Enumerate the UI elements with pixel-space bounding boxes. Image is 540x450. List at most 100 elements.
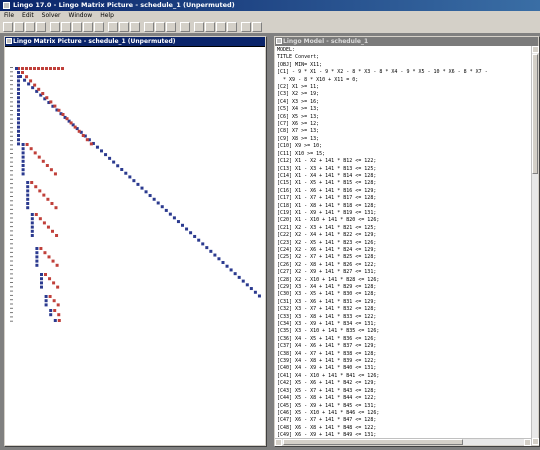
model-line: [C36] X4 - X5 + 141 * B36 <= 126; bbox=[277, 335, 377, 342]
hscroll-thumb[interactable] bbox=[283, 439, 463, 445]
menu-window[interactable]: Window bbox=[65, 11, 97, 20]
matrix-entry bbox=[44, 303, 48, 307]
matrix-entry bbox=[42, 193, 46, 197]
row-label-tick bbox=[10, 204, 13, 206]
save-button[interactable] bbox=[25, 22, 35, 32]
model-line: [C47] X6 - X7 + 141 * B47 <= 128; bbox=[277, 417, 377, 424]
matrix-entry bbox=[229, 268, 233, 272]
matrix-entry bbox=[56, 285, 60, 289]
model-line: [C31] X3 - X6 + 141 * B31 <= 129; bbox=[277, 298, 377, 305]
options-button[interactable] bbox=[180, 22, 190, 32]
matrix-entry bbox=[245, 283, 249, 287]
row-label-tick bbox=[10, 303, 13, 305]
scroll-up-arrow[interactable] bbox=[532, 46, 539, 53]
menu-edit[interactable]: Edit bbox=[18, 11, 38, 20]
scroll-left-arrow[interactable] bbox=[275, 439, 282, 446]
paste-button[interactable] bbox=[72, 22, 82, 32]
row-label-tick bbox=[10, 221, 13, 223]
matrix-entry bbox=[30, 225, 34, 229]
scroll-thumb[interactable] bbox=[532, 54, 538, 174]
matrix-window-titlebar[interactable]: Lingo Matrix Picture - schedule_1 (Unper… bbox=[5, 37, 265, 46]
model-line: [C32] X3 - X7 + 141 * B32 <= 128; bbox=[277, 306, 377, 313]
solution-button[interactable] bbox=[155, 22, 165, 32]
matrix-entry bbox=[53, 104, 57, 108]
matrix-entry bbox=[39, 247, 43, 250]
matrix-entry bbox=[27, 82, 31, 86]
matrix-entry bbox=[116, 164, 120, 168]
row-label-tick bbox=[10, 122, 13, 124]
row-label-tick bbox=[10, 92, 13, 94]
model-window[interactable]: Lingo Model - schedule_1 MODEL: TITLE Con… bbox=[274, 36, 539, 446]
row-label-tick bbox=[10, 290, 13, 292]
matrix-entry bbox=[50, 202, 54, 205]
cascade-button[interactable] bbox=[216, 22, 226, 32]
row-label-tick bbox=[10, 131, 13, 133]
match-paren-button[interactable] bbox=[130, 22, 140, 32]
close-button[interactable] bbox=[194, 22, 204, 32]
matrix-entry bbox=[43, 251, 47, 255]
menu-solver[interactable]: Solver bbox=[38, 11, 65, 20]
matrix-entry bbox=[112, 160, 116, 164]
row-label-tick bbox=[10, 269, 13, 271]
matrix-entry bbox=[45, 67, 48, 70]
row-label-tick bbox=[10, 316, 13, 318]
scroll-right-arrow[interactable] bbox=[524, 439, 531, 446]
row-label-tick bbox=[10, 148, 13, 150]
model-line: [OBJ] MIN= X11; bbox=[277, 61, 323, 68]
undo-button[interactable] bbox=[83, 22, 93, 32]
matrix-entry bbox=[40, 285, 43, 289]
scroll-down-arrow[interactable] bbox=[532, 438, 539, 445]
matrix-entry bbox=[17, 117, 20, 121]
model-line: [C7] X6 >= 12; bbox=[277, 121, 320, 128]
app-title: Lingo 17.0 - Lingo Matrix Picture - sche… bbox=[13, 1, 235, 9]
matrix-entry bbox=[17, 113, 20, 116]
matrix-entry bbox=[38, 189, 42, 193]
vertical-scrollbar[interactable] bbox=[531, 46, 539, 445]
model-line: [C16] X1 - X6 + 141 * B16 <= 129; bbox=[277, 187, 377, 194]
matrix-entry bbox=[30, 217, 34, 221]
matrix-picture-window[interactable]: Lingo Matrix Picture - schedule_1 (Unper… bbox=[4, 36, 266, 446]
tile-button[interactable] bbox=[205, 22, 215, 32]
model-line: [C18] X1 - X8 + 141 * B18 <= 128; bbox=[277, 202, 377, 209]
matrix-entry bbox=[52, 299, 56, 303]
matrix-picture-button[interactable] bbox=[166, 22, 176, 32]
context-help-button[interactable] bbox=[252, 22, 262, 32]
send-to-back-button[interactable] bbox=[227, 22, 237, 32]
model-line: [C33] X3 - X8 + 141 * B33 <= 122; bbox=[277, 313, 377, 320]
model-line: [C20] X1 - X10 + 141 * B20 <= 126; bbox=[277, 217, 380, 224]
solve-button[interactable] bbox=[144, 22, 154, 32]
row-label-tick bbox=[10, 118, 13, 120]
new-button[interactable] bbox=[3, 22, 13, 32]
row-label-tick bbox=[10, 307, 13, 309]
print-button[interactable] bbox=[36, 22, 46, 32]
horizontal-scrollbar[interactable] bbox=[275, 438, 531, 446]
menu-help[interactable]: Help bbox=[96, 11, 118, 20]
model-line: [C15] X1 - X5 + 141 * B15 <= 128; bbox=[277, 180, 377, 187]
matrix-entry bbox=[120, 168, 124, 171]
model-line: [C46] X5 - X10 + 141 * B46 <= 126; bbox=[277, 409, 380, 416]
matrix-entry bbox=[49, 100, 53, 104]
row-label-tick bbox=[10, 251, 13, 253]
matrix-entry bbox=[197, 238, 201, 242]
model-line: [C14] X1 - X4 + 141 * B14 <= 128; bbox=[277, 172, 377, 179]
matrix-entry bbox=[40, 281, 43, 285]
find-button[interactable] bbox=[108, 22, 118, 32]
matrix-entry bbox=[241, 279, 245, 283]
matrix-entry bbox=[17, 142, 20, 146]
matrix-entry bbox=[21, 172, 25, 176]
cut-button[interactable] bbox=[50, 22, 60, 32]
help-button[interactable] bbox=[241, 22, 251, 32]
model-line: [C29] X3 - X4 + 141 * B29 <= 128; bbox=[277, 284, 377, 290]
open-button[interactable] bbox=[14, 22, 24, 32]
redo-button[interactable] bbox=[94, 22, 104, 32]
row-label-tick bbox=[10, 277, 13, 279]
copy-button[interactable] bbox=[61, 22, 71, 32]
goto-button[interactable] bbox=[119, 22, 129, 32]
matrix-entry bbox=[225, 264, 229, 268]
matrix-entry bbox=[61, 67, 64, 70]
model-editor[interactable]: MODEL: TITLE Convert; [OBJ] MIN= X11; [C1] … bbox=[275, 46, 538, 445]
matrix-entry bbox=[49, 67, 52, 70]
model-window-titlebar[interactable]: Lingo Model - schedule_1 bbox=[275, 37, 538, 46]
row-label-tick bbox=[10, 101, 13, 103]
menu-file[interactable]: File bbox=[0, 11, 18, 20]
